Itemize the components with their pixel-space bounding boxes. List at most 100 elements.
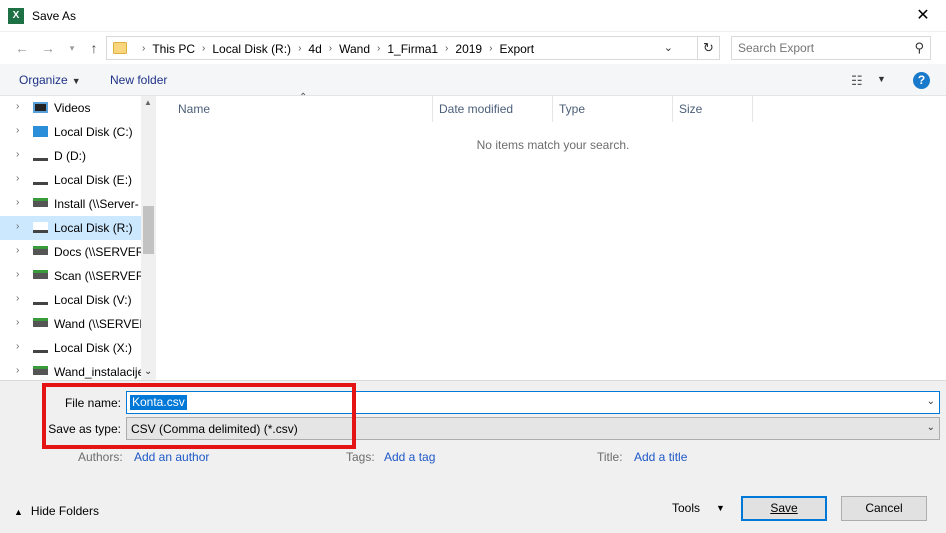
hide-folders-label: Hide Folders xyxy=(30,504,99,518)
breadcrumb-item[interactable]: Wand xyxy=(339,42,370,56)
close-button[interactable]: ✕ xyxy=(900,0,946,32)
scroll-up-icon[interactable]: ▲ xyxy=(144,98,152,107)
breadcrumb-item[interactable]: 4d xyxy=(308,42,321,56)
breadcrumb-item[interactable]: Export xyxy=(499,42,534,56)
network-drive-icon xyxy=(33,198,48,207)
navigation-pane: › Videos › Local Disk (C:) › D (D:) › Local … xyxy=(0,96,156,380)
breadcrumb-item[interactable]: Local Disk (R:) xyxy=(212,42,291,56)
tree-item-scan[interactable]: › Scan (\\SERVER- xyxy=(0,264,142,288)
add-author-link[interactable]: Add an author xyxy=(134,450,209,464)
file-list: ⌃ Name Date modified Type Size No items … xyxy=(157,92,946,380)
tree-item-wand[interactable]: › Wand (\\SERVER xyxy=(0,312,142,336)
network-drive-icon xyxy=(33,366,48,375)
tools-button[interactable]: Tools xyxy=(672,501,700,515)
tree-item-label: Wand_instalacije xyxy=(54,365,142,379)
caret-down-icon[interactable]: ▼ xyxy=(716,503,725,513)
organize-button[interactable]: Organize ▼ xyxy=(19,73,81,87)
chevron-right-icon[interactable]: › xyxy=(16,125,19,136)
chevron-down-icon[interactable]: ⌄ xyxy=(664,41,673,54)
refresh-icon[interactable]: ↻ xyxy=(698,36,720,60)
chevron-right-icon: › xyxy=(142,43,146,54)
add-title-link[interactable]: Add a title xyxy=(634,450,687,464)
chevron-down-icon[interactable]: ⌄ xyxy=(927,422,935,433)
chevron-right-icon[interactable]: › xyxy=(16,269,19,280)
tree-item-local-disk-x[interactable]: › Local Disk (X:) xyxy=(0,336,141,360)
tree-item-label: Local Disk (V:) xyxy=(54,293,132,307)
search-input[interactable] xyxy=(738,40,908,56)
view-options-icon[interactable]: ☷ xyxy=(851,73,863,89)
chevron-right-icon[interactable]: › xyxy=(16,317,19,328)
organize-label: Organize xyxy=(19,73,68,87)
up-arrow-icon[interactable]: ↑ xyxy=(84,38,104,58)
file-name-value[interactable]: Konta.csv xyxy=(130,395,187,410)
chevron-right-icon[interactable]: › xyxy=(16,221,19,232)
save-button-label: Save xyxy=(770,501,798,515)
authors-label: Authors: xyxy=(78,450,123,464)
chevron-right-icon: › xyxy=(298,43,302,54)
back-arrow-icon[interactable]: ← xyxy=(12,38,32,58)
save-button[interactable]: Save xyxy=(741,496,827,521)
tree-item-local-disk-r[interactable]: › Local Disk (R:) xyxy=(0,216,141,240)
network-drive-icon xyxy=(33,246,48,255)
cancel-button[interactable]: Cancel xyxy=(841,496,927,521)
help-icon[interactable]: ? xyxy=(913,72,930,89)
column-header-type[interactable]: Type xyxy=(553,96,673,122)
save-type-select[interactable]: CSV (Comma delimited) (*.csv) ⌄ xyxy=(126,417,940,440)
chevron-right-icon[interactable]: › xyxy=(16,341,19,352)
hide-folders-button[interactable]: ▲ Hide Folders xyxy=(14,504,99,518)
chevron-right-icon: › xyxy=(489,43,493,54)
chevron-right-icon[interactable]: › xyxy=(16,149,19,160)
drive-icon xyxy=(33,174,48,185)
excel-icon: X xyxy=(8,8,24,24)
drive-icon xyxy=(33,222,48,233)
chevron-right-icon: › xyxy=(445,43,449,54)
video-icon xyxy=(33,102,48,113)
tags-label: Tags: xyxy=(346,450,375,464)
command-toolbar: Organize ▼ New folder ☷ ▼ ? xyxy=(0,64,946,96)
chevron-right-icon[interactable]: › xyxy=(16,245,19,256)
tree-item-videos[interactable]: › Videos xyxy=(0,96,141,120)
breadcrumb: › This PC › Local Disk (R:) › 4d › Wand … xyxy=(135,42,534,56)
drive-icon xyxy=(33,150,48,161)
tree-item-label: Local Disk (E:) xyxy=(54,173,133,187)
caret-down-icon[interactable]: ▼ xyxy=(877,74,886,84)
tree-item-local-disk-e[interactable]: › Local Disk (E:) xyxy=(0,168,141,192)
tree-item-label: Docs (\\SERVER- xyxy=(54,245,142,259)
column-header-size[interactable]: Size xyxy=(673,96,753,122)
breadcrumb-item[interactable]: This PC xyxy=(152,42,195,56)
tree-item-docs[interactable]: › Docs (\\SERVER- xyxy=(0,240,142,264)
tree-item-d[interactable]: › D (D:) xyxy=(0,144,141,168)
forward-arrow-icon[interactable]: → xyxy=(38,38,58,58)
scrollbar-thumb[interactable] xyxy=(143,206,154,254)
chevron-down-icon[interactable]: ⌄ xyxy=(927,396,935,407)
breadcrumb-item[interactable]: 2019 xyxy=(455,42,482,56)
chevron-right-icon[interactable]: › xyxy=(16,101,19,112)
add-tag-link[interactable]: Add a tag xyxy=(384,450,435,464)
breadcrumb-item[interactable]: 1_Firma1 xyxy=(387,42,438,56)
chevron-right-icon[interactable]: › xyxy=(16,173,19,184)
column-header-name[interactable]: Name xyxy=(172,96,433,122)
folder-icon xyxy=(113,42,127,54)
caret-down-icon: ▼ xyxy=(71,76,81,86)
navigation-scrollbar[interactable]: ▲ xyxy=(141,96,156,380)
new-folder-button[interactable]: New folder xyxy=(110,73,167,87)
drive-icon xyxy=(33,294,48,305)
save-type-label: Save as type: xyxy=(48,422,121,436)
tree-item-local-disk-c[interactable]: › Local Disk (C:) xyxy=(0,120,141,144)
search-icon: ⚲ xyxy=(914,40,924,55)
address-bar[interactable]: › This PC › Local Disk (R:) › 4d › Wand … xyxy=(106,36,698,60)
tree-item-local-disk-v[interactable]: › Local Disk (V:) xyxy=(0,288,141,312)
tree-item-wand-instalacije[interactable]: › Wand_instalacije xyxy=(0,360,142,380)
chevron-right-icon[interactable]: › xyxy=(16,197,19,208)
scroll-down-icon[interactable]: ⌄ xyxy=(144,366,152,377)
title-bar: X Save As ✕ xyxy=(0,0,946,32)
tree-item-label: Scan (\\SERVER- xyxy=(54,269,142,283)
chevron-right-icon[interactable]: › xyxy=(16,365,19,376)
search-box[interactable]: ⚲ xyxy=(731,36,931,60)
chevron-right-icon[interactable]: › xyxy=(16,293,19,304)
tree-item-install[interactable]: › Install (\\Server- xyxy=(0,192,141,216)
recent-locations-chevron-icon[interactable]: ▾ xyxy=(62,38,82,58)
column-header-date-modified[interactable]: Date modified xyxy=(433,96,553,122)
file-name-field[interactable]: Konta.csv ⌄ xyxy=(126,391,940,414)
tree-item-label: Wand (\\SERVER xyxy=(54,317,142,331)
